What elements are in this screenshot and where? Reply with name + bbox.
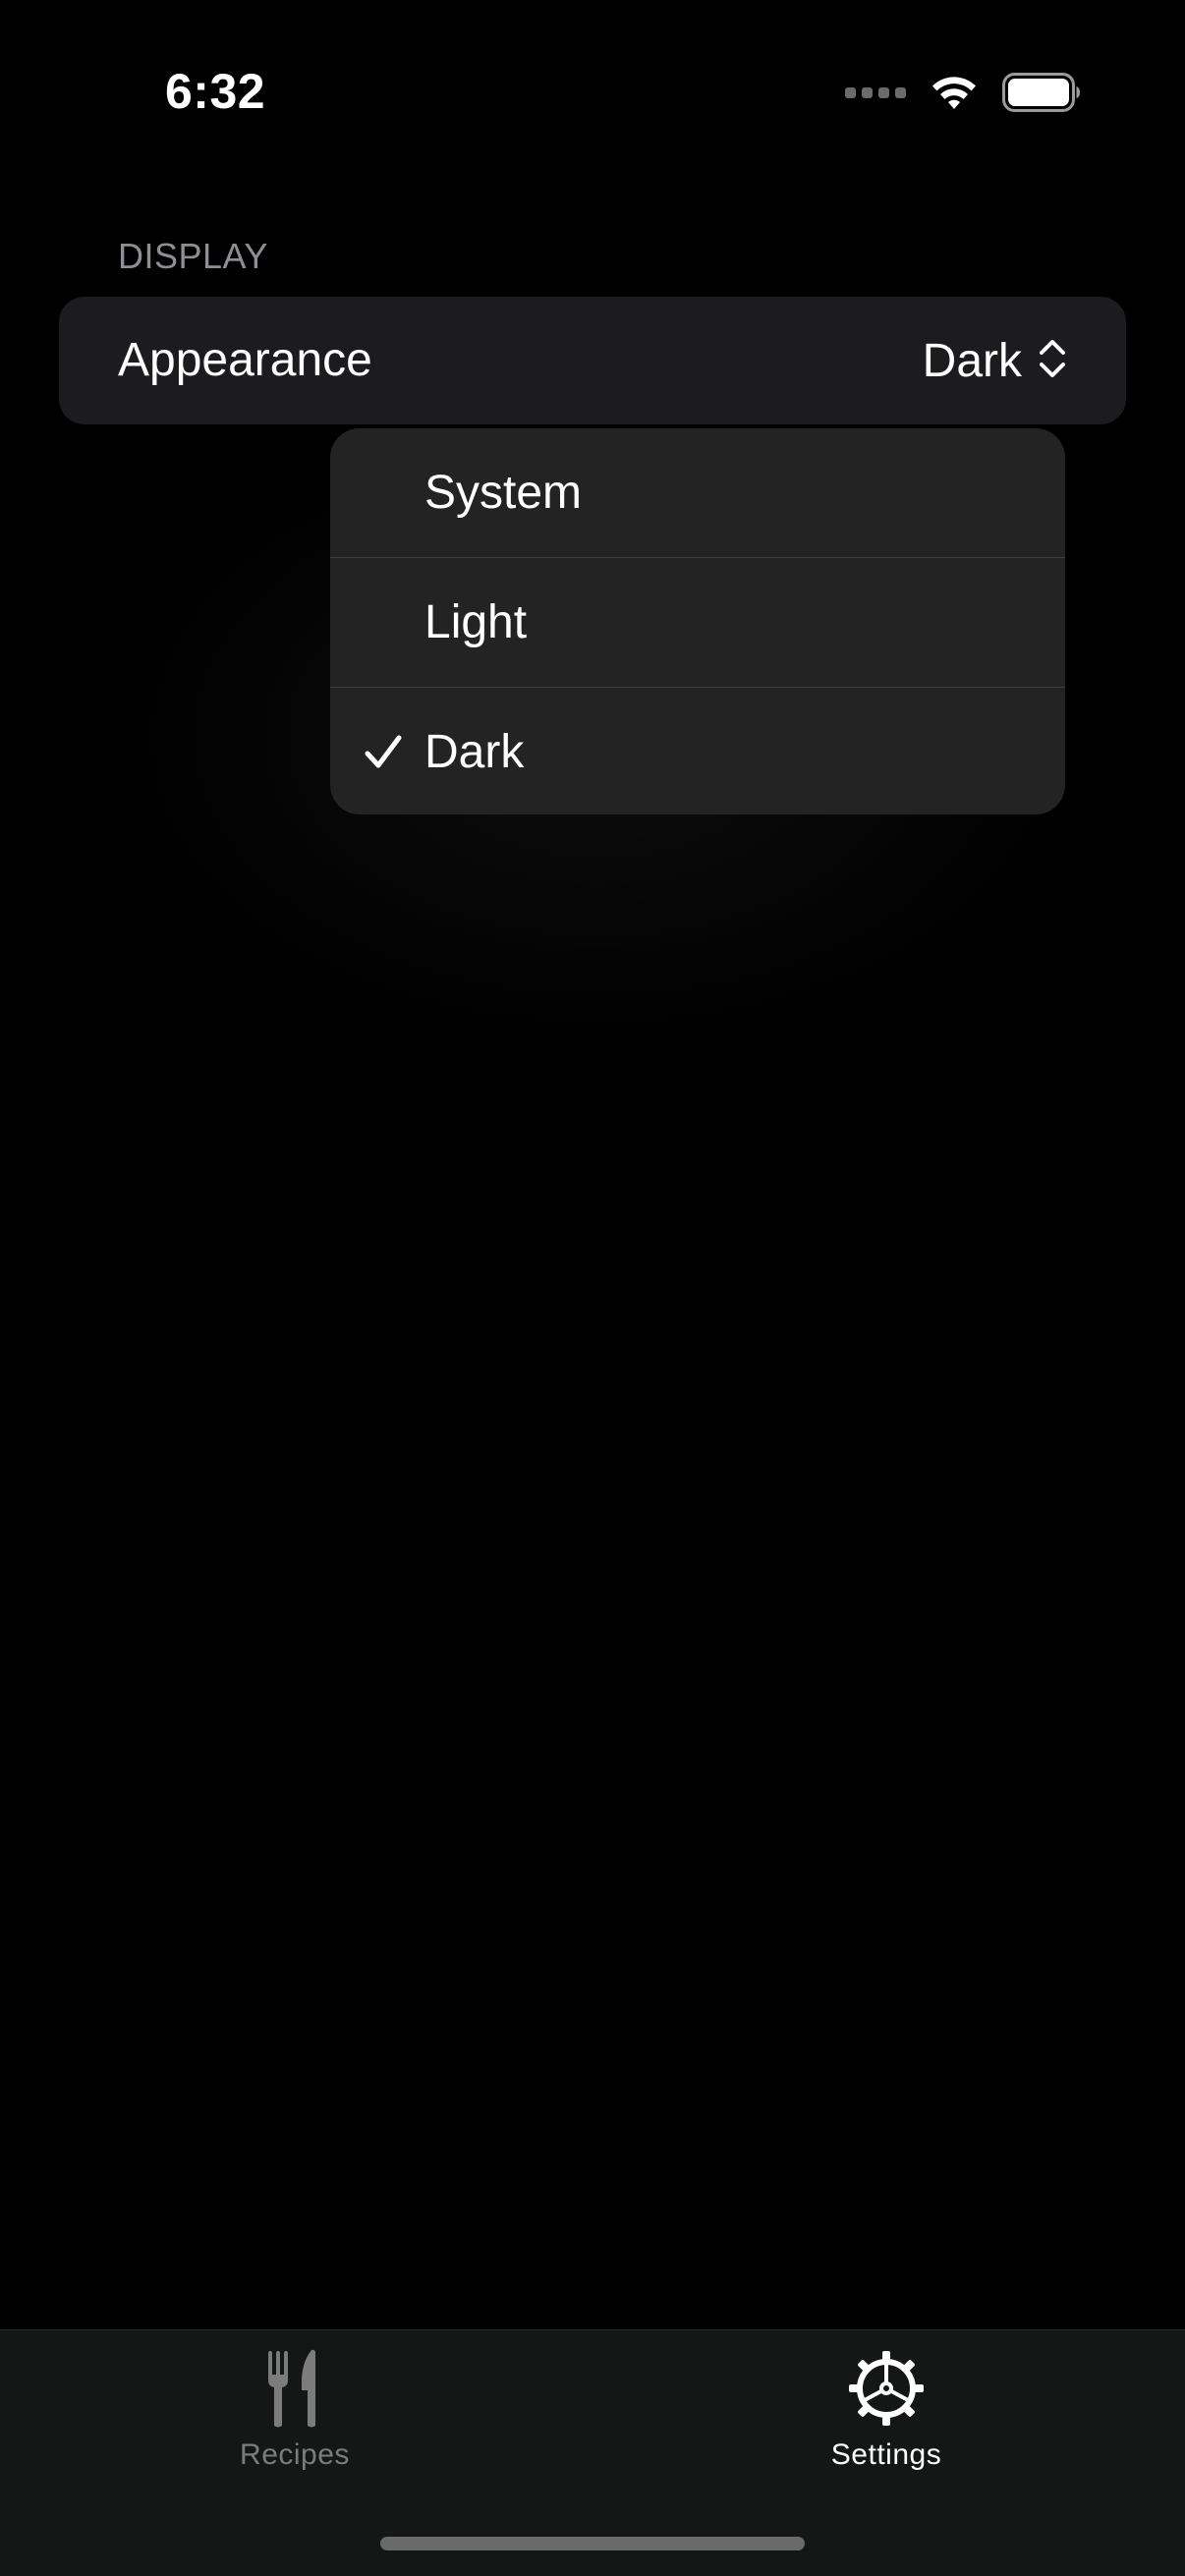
appearance-value: Dark <box>922 334 1022 387</box>
tab-label: Recipes <box>240 2438 350 2471</box>
tab-recipes[interactable]: Recipes <box>147 2344 442 2472</box>
menu-item-light[interactable]: Light <box>330 558 1065 688</box>
signal-icon <box>845 86 906 98</box>
wifi-icon <box>930 74 979 111</box>
tab-settings[interactable]: Settings <box>739 2344 1034 2472</box>
fork-knife-icon <box>265 2344 324 2433</box>
appearance-row[interactable]: Appearance Dark <box>59 297 1126 424</box>
menu-item-system[interactable]: System <box>330 428 1065 558</box>
menu-item-label: System <box>424 467 583 519</box>
section-header-display: DISPLAY <box>118 236 268 276</box>
status-icons <box>845 73 1081 112</box>
menu-item-dark[interactable]: Dark <box>330 688 1065 814</box>
battery-icon <box>1002 73 1081 112</box>
tab-label: Settings <box>830 2438 942 2471</box>
status-time: 6:32 <box>165 64 266 119</box>
appearance-picker[interactable]: Dark <box>923 297 1067 424</box>
appearance-menu: System Light Dark <box>330 428 1065 814</box>
home-indicator[interactable] <box>380 2537 805 2550</box>
menu-item-label: Dark <box>424 726 525 778</box>
appearance-label: Appearance <box>118 334 372 386</box>
checkmark-icon <box>364 688 403 814</box>
menu-item-label: Light <box>424 596 528 648</box>
gear-icon <box>847 2344 926 2433</box>
settings-screen: 6:32 DISPLAY Appearance Dark System Ligh… <box>0 0 1185 2576</box>
chevron-up-down-icon <box>1038 337 1067 385</box>
